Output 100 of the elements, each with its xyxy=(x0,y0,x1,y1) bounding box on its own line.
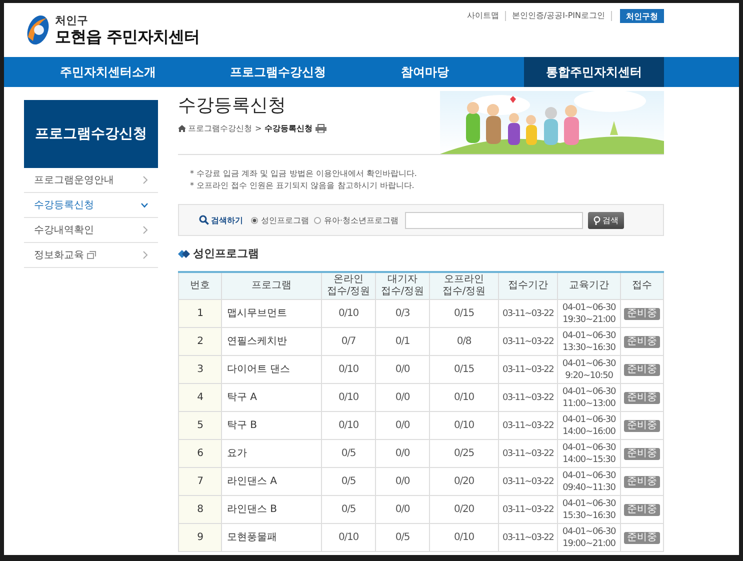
table-cell: 모현풍물패 xyxy=(222,524,322,552)
table-cell: 0/8 xyxy=(430,328,498,356)
district-button[interactable]: 처인구청 xyxy=(620,9,664,23)
nav-tab[interactable]: 통합주민자치센터 xyxy=(524,57,664,87)
table-cell: 0/0 xyxy=(376,496,430,524)
table-cell: 0/10 xyxy=(322,412,376,440)
table-cell: 3 xyxy=(178,356,222,384)
table-cell: 0/10 xyxy=(430,384,498,412)
status-label: 준비중 xyxy=(624,308,660,320)
column-header: 번호 xyxy=(178,272,222,300)
chevron-right-icon xyxy=(143,176,148,184)
table-cell: 탁구 B xyxy=(222,412,322,440)
logo-icon xyxy=(25,13,51,47)
table-cell: 04-01~06-30 11:00~13:00 xyxy=(558,384,620,412)
column-header: 접수 xyxy=(620,272,664,300)
table-cell: 0/0 xyxy=(376,468,430,496)
table-cell: 0/3 xyxy=(376,300,430,328)
status-label: 준비중 xyxy=(624,364,660,376)
chevron-right-icon xyxy=(143,251,148,259)
table-cell: 03-11~03-22 xyxy=(498,356,558,384)
table-cell: 0/10 xyxy=(430,524,498,552)
table-cell: 04-01~06-30 15:30~16:30 xyxy=(558,496,620,524)
status-label: 준비중 xyxy=(624,420,660,432)
search-label: 검색하기 xyxy=(211,214,243,226)
table-cell: 연필스케치반 xyxy=(222,328,322,356)
section-title: 성인프로그램 xyxy=(193,246,259,261)
table-cell: 03-11~03-22 xyxy=(498,300,558,328)
table-cell: 04-01~06-30 19:00~21:00 xyxy=(558,524,620,552)
table-cell: 요가 xyxy=(222,440,322,468)
print-icon[interactable] xyxy=(314,124,327,133)
sidebar-item[interactable]: 프로그램운영안내 xyxy=(24,168,158,193)
table-cell: 03-11~03-22 xyxy=(498,412,558,440)
column-header: 대기자 접수/정원 xyxy=(376,272,430,300)
table-cell: 다이어트 댄스 xyxy=(222,356,322,384)
table-cell: 0/7 xyxy=(322,328,376,356)
radio-button[interactable] xyxy=(251,216,258,224)
search-button[interactable]: 검색 xyxy=(588,212,624,228)
status-label: 준비중 xyxy=(624,532,660,544)
table-cell: 0/5 xyxy=(322,496,376,524)
radio-label[interactable]: 유아·청소년프로그램 xyxy=(324,214,399,226)
column-header: 오프라인 접수/정원 xyxy=(430,272,498,300)
nav-tab[interactable]: 주민자치센터소개 xyxy=(24,57,192,87)
radio-button[interactable] xyxy=(314,216,321,224)
table-cell: 0/5 xyxy=(322,468,376,496)
table-cell: 0/0 xyxy=(376,440,430,468)
table-cell: 04-01~06-30 9:20~10:50 xyxy=(558,356,620,384)
search-icon xyxy=(199,215,209,225)
table-cell: 라인댄스 A xyxy=(222,468,322,496)
table-cell: 04-01~06-30 14:00~15:30 xyxy=(558,440,620,468)
status-label: 준비중 xyxy=(624,336,660,348)
table-cell: 4 xyxy=(178,384,222,412)
district-name: 처인구 xyxy=(55,14,89,26)
radio-label[interactable]: 성인프로그램 xyxy=(261,214,309,226)
column-header: 프로그램 xyxy=(222,272,322,300)
table-cell: 0/20 xyxy=(430,496,498,524)
utility-link[interactable]: 사이트맵 xyxy=(460,11,506,21)
table-cell: 04-01~06-30 19:30~21:00 xyxy=(558,300,620,328)
nav-tab[interactable]: 참여마당 xyxy=(364,57,486,87)
table-cell: 03-11~03-22 xyxy=(498,440,558,468)
status-label: 준비중 xyxy=(624,392,660,404)
table-cell: 0/10 xyxy=(430,412,498,440)
table-cell: 7 xyxy=(178,468,222,496)
table-cell: 0/1 xyxy=(376,328,430,356)
status-label: 준비중 xyxy=(624,448,660,460)
table-cell: 0/0 xyxy=(376,384,430,412)
sidebar-item[interactable]: 수강등록신청 xyxy=(24,193,158,218)
notice-text: * 수강료 입금 계좌 및 입금 방법은 이용안내에서 확인바랍니다. xyxy=(190,168,418,180)
notice-text: * 오프라인 접수 인원은 표기되지 않음을 참고하시기 바랍니다. xyxy=(190,180,416,192)
table-cell: 04-01~06-30 13:30~16:30 xyxy=(558,328,620,356)
sidebar-item[interactable]: 수강내역확인 xyxy=(24,218,158,243)
table-cell: 0/15 xyxy=(430,300,498,328)
table-cell: 0/15 xyxy=(430,356,498,384)
utility-link[interactable]: 본인인증/공공I-PIN로그인 xyxy=(506,11,612,21)
table-cell: 04-01~06-30 09:40~11:30 xyxy=(558,468,620,496)
column-header: 접수기간 xyxy=(498,272,558,300)
table-cell: 8 xyxy=(178,496,222,524)
table-cell: 0/10 xyxy=(322,356,376,384)
breadcrumb-link[interactable]: 수강등록신청 xyxy=(264,123,313,134)
table-cell: 0/25 xyxy=(430,440,498,468)
status-label: 준비중 xyxy=(624,504,660,516)
breadcrumb-link[interactable]: 프로그램수강신청 xyxy=(188,123,252,134)
table-cell: 9 xyxy=(178,524,222,552)
table-cell: 0/10 xyxy=(322,384,376,412)
table-cell: 0/5 xyxy=(322,440,376,468)
new-window-icon xyxy=(87,251,96,259)
table-cell: 맵시무브먼트 xyxy=(222,300,322,328)
table-cell: 0/0 xyxy=(376,412,430,440)
diamond-bullet-icon xyxy=(178,250,190,258)
table-cell: 04-01~06-30 14:00~16:00 xyxy=(558,412,620,440)
table-cell: 0/10 xyxy=(322,300,376,328)
table-cell: 03-11~03-22 xyxy=(498,496,558,524)
table-cell: 5 xyxy=(178,412,222,440)
search-field[interactable] xyxy=(404,212,583,228)
page-title: 수강등록신청 xyxy=(178,95,287,117)
nav-tab[interactable]: 프로그램수강신청 xyxy=(192,57,364,87)
site-title: 모현읍 주민자치센터 xyxy=(55,26,200,46)
sidebar-item[interactable]: 정보화교육 xyxy=(24,243,158,268)
table-cell: 03-11~03-22 xyxy=(498,524,558,552)
table-cell: 0/5 xyxy=(376,524,430,552)
table-cell: 0/10 xyxy=(322,524,376,552)
